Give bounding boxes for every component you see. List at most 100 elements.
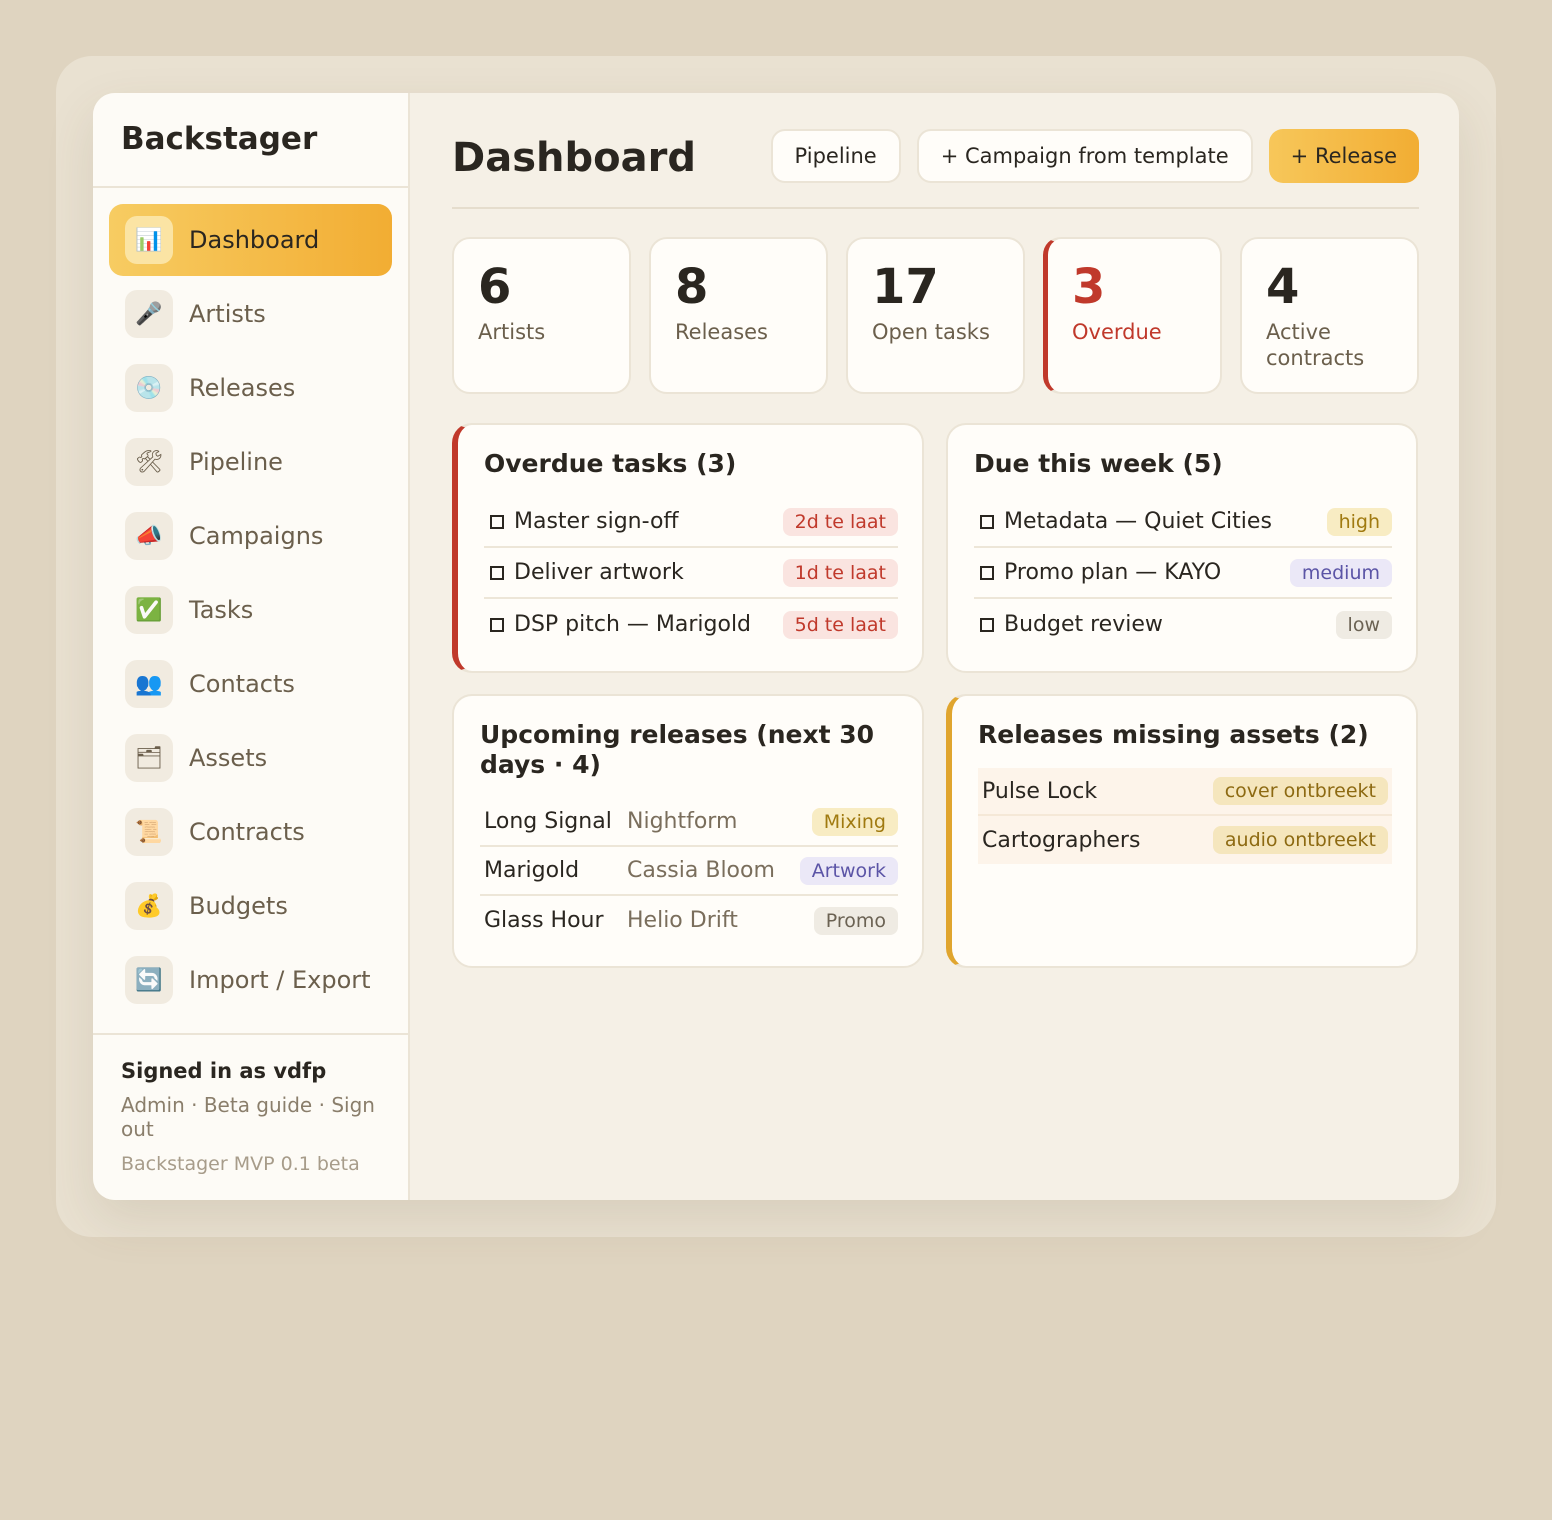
release-artist: Helio Drift xyxy=(627,908,738,933)
version-label: Backstager MVP 0.1 beta xyxy=(121,1153,360,1175)
bar-chart-icon: 📊 xyxy=(125,216,173,264)
task-checkbox[interactable] xyxy=(980,565,994,580)
check-mark-icon: ✅ xyxy=(125,586,173,634)
admin-link[interactable]: Admin xyxy=(121,1093,185,1117)
missing-badge: cover ontbreekt xyxy=(1212,777,1388,805)
task-name[interactable]: Metadata — Quiet Cities xyxy=(1004,509,1272,534)
task-checkbox[interactable] xyxy=(490,617,504,632)
sidebar-item-label: Campaigns xyxy=(189,522,324,550)
release-row[interactable]: Marigold Cassia Bloom Artwork xyxy=(480,847,898,896)
stat-value: 3 xyxy=(1072,259,1106,315)
stat-label: Active contracts xyxy=(1266,320,1365,370)
microphone-icon: 🎤 xyxy=(125,290,173,338)
overdue-tasks-card: Overdue tasks (3) Master sign-off 2d te … xyxy=(452,423,924,673)
money-bag-icon: 💰 xyxy=(125,882,173,930)
sidebar-item-campaigns[interactable]: 📣 Campaigns xyxy=(109,500,392,572)
folder-icon: 🗂 xyxy=(125,734,173,782)
sidebar: Backstager 📊 Dashboard 🎤 Artists 💿 Relea… xyxy=(93,93,410,1200)
sidebar-item-label: Contacts xyxy=(189,670,295,698)
task-name[interactable]: Master sign-off xyxy=(514,509,679,534)
sidebar-item-budgets[interactable]: 💰 Budgets xyxy=(109,870,392,942)
task-name[interactable]: Deliver artwork xyxy=(514,560,684,585)
separator: · xyxy=(312,1093,332,1117)
release-artist: Nightform xyxy=(627,809,738,834)
task-name[interactable]: Budget review xyxy=(1004,612,1163,637)
missing-asset-row[interactable]: Cartographers audio ontbreekt xyxy=(978,816,1392,864)
priority-badge: low xyxy=(1335,610,1392,639)
card-title: Releases missing assets (2) xyxy=(978,720,1369,749)
task-name[interactable]: Promo plan — KAYO xyxy=(1004,560,1221,585)
release-title: Pulse Lock xyxy=(982,778,1098,804)
task-row: DSP pitch — Marigold 5d te laat xyxy=(484,599,898,650)
task-name[interactable]: DSP pitch — Marigold xyxy=(514,612,751,637)
stat-label: Artists xyxy=(478,320,546,344)
release-title: Long Signal xyxy=(484,809,612,834)
stat-value: 8 xyxy=(675,259,709,315)
sidebar-item-tasks[interactable]: ✅ Tasks xyxy=(109,574,392,646)
stat-card-open-tasks[interactable]: 17 Open tasks xyxy=(846,237,1025,394)
campaign-from-template-button[interactable]: + Campaign from template xyxy=(916,129,1253,183)
sidebar-item-releases[interactable]: 💿 Releases xyxy=(109,352,392,424)
sidebar-item-label: Releases xyxy=(189,374,296,402)
sidebar-item-import-export[interactable]: 🔄 Import / Export xyxy=(109,944,392,1016)
card-title: Due this week (5) xyxy=(974,449,1223,478)
add-release-button[interactable]: + Release xyxy=(1268,129,1419,183)
main-content: Dashboard Pipeline + Campaign from templ… xyxy=(410,93,1459,1200)
card-title: Upcoming releases (next 30 days · 4) xyxy=(480,720,875,779)
task-row: Metadata — Quiet Cities high xyxy=(974,497,1392,548)
sidebar-item-contacts[interactable]: 👥 Contacts xyxy=(109,648,392,720)
disc-icon: 💿 xyxy=(125,364,173,412)
divider xyxy=(452,207,1419,209)
release-row[interactable]: Long Signal Nightform Mixing xyxy=(480,798,898,847)
sidebar-item-dashboard[interactable]: 📊 Dashboard xyxy=(109,204,392,276)
signed-in-label: Signed in as vdfp xyxy=(121,1059,327,1083)
people-icon: 👥 xyxy=(125,660,173,708)
sidebar-item-artists[interactable]: 🎤 Artists xyxy=(109,278,392,350)
release-title: Marigold xyxy=(484,858,580,883)
separator: · xyxy=(184,1093,204,1117)
sidebar-item-label: Pipeline xyxy=(189,448,283,476)
task-checkbox[interactable] xyxy=(980,514,994,529)
sidebar-item-label: Import / Export xyxy=(189,966,371,994)
task-row: Deliver artwork 1d te laat xyxy=(484,548,898,599)
sidebar-item-label: Assets xyxy=(189,744,268,772)
sidebar-item-label: Dashboard xyxy=(189,226,320,254)
priority-badge: medium xyxy=(1289,558,1392,587)
stat-label: Open tasks xyxy=(872,320,990,344)
missing-asset-row[interactable]: Pulse Lock cover ontbreekt xyxy=(978,768,1392,816)
task-row: Promo plan — KAYO medium xyxy=(974,548,1392,599)
release-row[interactable]: Glass Hour Helio Drift Promo xyxy=(480,896,898,945)
stat-card-overdue[interactable]: 3 Overdue xyxy=(1043,237,1222,394)
release-title: Cartographers xyxy=(982,827,1141,853)
sync-arrows-icon: 🔄 xyxy=(125,956,173,1004)
stat-card-releases[interactable]: 8 Releases xyxy=(649,237,828,394)
sidebar-item-label: Contracts xyxy=(189,818,305,846)
page-title: Dashboard xyxy=(452,135,696,181)
sidebar-item-pipeline[interactable]: 🛠 Pipeline xyxy=(109,426,392,498)
footer-links: Admin · Beta guide · Sign out xyxy=(121,1093,380,1141)
stat-value: 4 xyxy=(1266,259,1300,315)
late-badge: 2d te laat xyxy=(782,507,898,536)
stats-row: 6 Artists 8 Releases 17 Open tasks 3 Ove… xyxy=(452,237,1419,394)
release-artist: Cassia Bloom xyxy=(627,858,775,883)
late-badge: 1d te laat xyxy=(782,558,898,587)
card-title: Overdue tasks (3) xyxy=(484,449,737,478)
app-brand: Backstager xyxy=(93,93,408,188)
scroll-icon: 📜 xyxy=(125,808,173,856)
sidebar-item-label: Artists xyxy=(189,300,266,328)
sidebar-item-assets[interactable]: 🗂 Assets xyxy=(109,722,392,794)
tools-icon: 🛠 xyxy=(125,438,173,486)
task-checkbox[interactable] xyxy=(490,514,504,529)
due-this-week-card: Due this week (5) Metadata — Quiet Citie… xyxy=(946,423,1418,673)
beta-guide-link[interactable]: Beta guide xyxy=(204,1093,312,1117)
pipeline-button[interactable]: Pipeline xyxy=(770,129,901,183)
task-checkbox[interactable] xyxy=(980,617,994,632)
sidebar-item-label: Tasks xyxy=(189,596,254,624)
task-checkbox[interactable] xyxy=(490,565,504,580)
stat-card-artists[interactable]: 6 Artists xyxy=(452,237,631,394)
stat-label: Releases xyxy=(675,320,768,344)
upcoming-releases-card: Upcoming releases (next 30 days · 4) Lon… xyxy=(452,694,924,968)
task-row: Budget review low xyxy=(974,599,1392,650)
stat-card-active-contracts[interactable]: 4 Active contracts xyxy=(1240,237,1419,394)
sidebar-item-contracts[interactable]: 📜 Contracts xyxy=(109,796,392,868)
